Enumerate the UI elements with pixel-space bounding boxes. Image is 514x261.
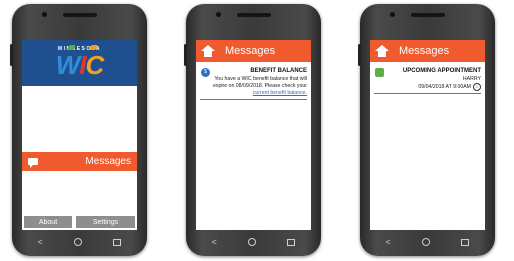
about-button[interactable]: About bbox=[24, 216, 72, 228]
speaker bbox=[62, 13, 97, 17]
message-body-line: expire on 08/09/2018. Please check your bbox=[212, 83, 307, 89]
speaker bbox=[410, 13, 445, 17]
messages-header: Messages bbox=[370, 40, 485, 62]
message-body: You have a WIC benefit balance that will… bbox=[200, 76, 307, 97]
phone-3: Messages UPCOMING APPOINTMENT HARRY 09/0… bbox=[358, 4, 495, 256]
divider bbox=[200, 99, 307, 100]
logo-wordmark: WIC bbox=[55, 50, 105, 80]
benefit-balance-link[interactable]: current benefit balance. bbox=[253, 90, 307, 96]
back-icon[interactable]: < bbox=[386, 237, 391, 247]
message-body: HARRY 09/04/2018 AT 9:00AM ↓ bbox=[374, 76, 481, 91]
nav-home-icon[interactable] bbox=[422, 238, 431, 246]
leaf-icon bbox=[90, 45, 97, 50]
settings-button[interactable]: Settings bbox=[76, 216, 135, 228]
recent-apps-icon[interactable] bbox=[287, 238, 296, 246]
back-icon[interactable]: < bbox=[38, 237, 43, 247]
android-navbar: < bbox=[370, 233, 485, 251]
phone-1: MINNESOTA WIC Messages About Settings < bbox=[10, 4, 147, 256]
benefit-balance-message[interactable]: $ BENEFIT BALANCE You have a WIC benefit… bbox=[200, 68, 307, 100]
appointment-datetime: 09/04/2018 AT 9:00AM bbox=[418, 83, 471, 90]
messages-button[interactable]: Messages bbox=[22, 152, 137, 171]
message-body-line: You have a WIC benefit balance that will bbox=[214, 76, 307, 82]
nav-home-icon[interactable] bbox=[74, 238, 83, 246]
recent-apps-icon[interactable] bbox=[461, 238, 470, 246]
header-title: Messages bbox=[225, 45, 276, 57]
messages-button-label: Messages bbox=[85, 156, 131, 167]
logo-letter-w: W bbox=[55, 50, 81, 80]
messages-header: Messages bbox=[196, 40, 311, 62]
header-title: Messages bbox=[399, 45, 450, 57]
screen-messages-appointment: Messages UPCOMING APPOINTMENT HARRY 09/0… bbox=[370, 40, 485, 230]
leaf-icon bbox=[68, 45, 75, 50]
nav-home-icon[interactable] bbox=[248, 238, 257, 246]
download-icon[interactable]: ↓ bbox=[473, 83, 481, 91]
appointment-message[interactable]: UPCOMING APPOINTMENT HARRY 09/04/2018 AT… bbox=[374, 68, 481, 94]
camera bbox=[216, 12, 221, 17]
camera bbox=[390, 12, 395, 17]
home-icon[interactable] bbox=[375, 45, 389, 57]
speaker bbox=[236, 13, 271, 17]
camera bbox=[42, 12, 47, 17]
screen-home: MINNESOTA WIC Messages About Settings bbox=[22, 40, 137, 230]
android-navbar: < bbox=[196, 233, 311, 251]
back-icon[interactable]: < bbox=[212, 237, 217, 247]
appointment-name: HARRY bbox=[462, 76, 481, 82]
appointment-datetime-row: 09/04/2018 AT 9:00AM ↓ bbox=[374, 83, 481, 91]
home-icon[interactable] bbox=[201, 45, 215, 57]
logo-letter-c: C bbox=[85, 50, 105, 80]
wic-logo: MINNESOTA WIC bbox=[22, 40, 137, 86]
android-navbar: < bbox=[22, 233, 137, 251]
screen-messages-benefit: Messages $ BENEFIT BALANCE You have a WI… bbox=[196, 40, 311, 230]
message-title: BENEFIT BALANCE bbox=[250, 68, 307, 74]
message-icon bbox=[28, 158, 38, 168]
phone-2: Messages $ BENEFIT BALANCE You have a WI… bbox=[184, 4, 321, 256]
recent-apps-icon[interactable] bbox=[113, 238, 122, 246]
dollar-icon: $ bbox=[201, 68, 210, 77]
message-title: UPCOMING APPOINTMENT bbox=[402, 68, 481, 74]
divider bbox=[374, 93, 481, 94]
calendar-icon bbox=[375, 68, 384, 77]
